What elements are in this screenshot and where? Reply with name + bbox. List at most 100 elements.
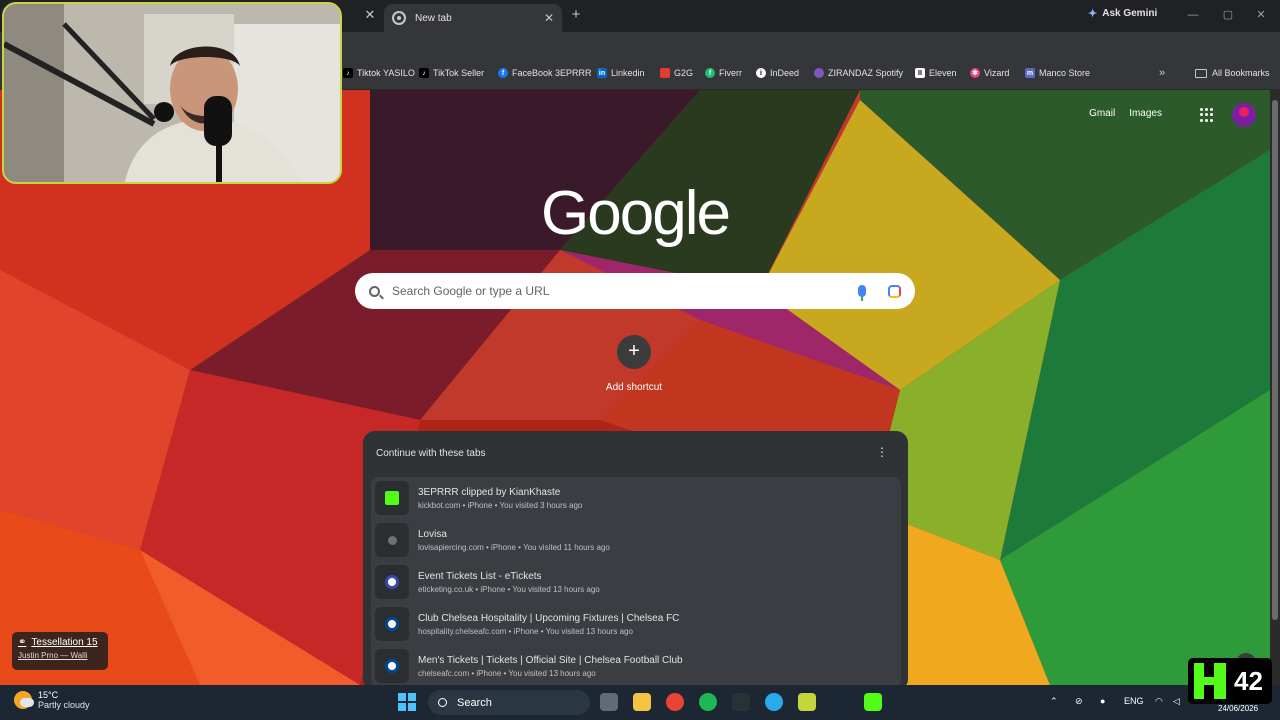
bookmark-indeed[interactable]: i InDeed [756,68,799,78]
g2g-icon [660,68,670,78]
search-icon [438,698,447,707]
recent-tab-title: Club Chelsea Hospitality | Upcoming Fixt… [418,612,680,624]
add-shortcut-button[interactable]: + [617,335,651,369]
taskbar-search[interactable]: Search [428,690,590,715]
now-playing-widget: ⚭ Tessellation 15 Justin Prno — Walli [12,632,108,670]
recent-tab-row[interactable]: 3EPRRR clipped by KianKhaste kickbot.com … [371,477,901,519]
globe-icon [375,523,409,557]
recent-tab-title: 3EPRRR clipped by KianKhaste [418,486,561,498]
google-logo: Google [541,179,731,248]
recent-tab-meta: lovisapiercing.com • iPhone • You visite… [418,542,610,552]
bookmark-vizard[interactable]: ✱ Vizard [970,68,1009,78]
recent-tab-row[interactable]: Event Tickets List - eTickets eticketing.… [371,561,901,603]
chelsea-crest-icon [375,607,409,641]
gemini-spark-icon: ✦ [1088,8,1098,20]
vizard-icon: ✱ [970,68,980,78]
tab-close-icon[interactable]: ✕ [544,11,554,25]
app-icon[interactable] [798,693,816,711]
windows-start-icon[interactable] [398,693,416,711]
all-bookmarks-button[interactable]: All Bookmarks [1195,68,1270,78]
images-link[interactable]: Images [1129,108,1162,119]
now-playing-artist[interactable]: Justin Prno — Walli [18,651,102,660]
steam-icon[interactable] [831,693,849,711]
google-apps-icon[interactable] [1200,108,1214,122]
scrollbar-thumb[interactable] [1272,100,1278,620]
tab-new-tab[interactable]: New tab ✕ [384,4,562,32]
bookmark-fiverr[interactable]: f Fiverr [705,68,742,78]
terminal-icon[interactable] [732,693,750,711]
recent-tab-meta: eticketing.co.uk • iPhone • You visited … [418,584,600,594]
continue-tabs-header: Continue with these tabs [376,448,486,459]
bookmark-g2g[interactable]: G2G [660,68,693,78]
indeed-icon: i [756,68,766,78]
bookmark-zirandaz-spotify[interactable]: ZIRANDAZ Spotify [814,68,903,78]
kick-taskbar-icon[interactable] [864,693,882,711]
windows-taskbar: 15°C Partly cloudy Search ⌃ ⊘ ● ENG ◠ ◁ … [0,685,1280,720]
weather-condition: Partly cloudy [38,700,90,710]
linkedin-icon: in [597,68,607,78]
bookmark-manco-store[interactable]: m Manco Store [1025,68,1090,78]
search-input[interactable] [392,284,858,298]
now-playing-track[interactable]: Tessellation 15 [31,637,97,648]
link-icon: ⚭ [18,637,27,648]
voice-search-icon[interactable] [858,285,866,301]
recent-tab-row[interactable]: Men's Tickets | Tickets | Official Site … [371,645,901,685]
kick-viewer-badge: 42 [1188,658,1272,704]
task-view-icon[interactable] [600,693,618,711]
volume-icon[interactable]: ◁ [1173,696,1180,707]
chelsea-crest-icon [375,649,409,683]
spotify-taskbar-icon[interactable] [699,693,717,711]
top-links: Gmail Images [1089,108,1162,119]
file-explorer-icon[interactable] [633,693,651,711]
facebook-icon: f [498,68,508,78]
taskbar-search-label: Search [457,696,492,709]
chrome-taskbar-icon[interactable] [666,693,684,711]
search-icon [369,285,380,297]
recent-tab-meta: hospitality.chelseafc.com • iPhone • You… [418,626,633,636]
recent-tab-title: Lovisa [418,528,447,540]
weather-widget[interactable]: 15°C Partly cloudy [14,690,90,710]
kick-logo-icon [1194,663,1226,699]
more-options-icon[interactable]: ⋮ [876,445,888,459]
kick-viewer-count: 42 [1234,665,1263,696]
recent-tab-title: Event Tickets List - eTickets [418,570,542,582]
bookmark-tiktok-seller[interactable]: ♪ TikTok Seller [419,68,484,78]
continue-tabs-card: Continue with these tabs ⋮ 3EPRRR clippe… [363,431,908,685]
tray-overflow-icon[interactable]: ⌃ [1050,696,1058,707]
search-box[interactable] [355,273,915,309]
site-favicon [375,565,409,599]
previous-tab-close-icon[interactable]: ✕ [362,7,378,23]
google-lens-icon[interactable] [888,284,901,298]
minimize-icon[interactable]: — [1182,6,1204,24]
chrome-icon [392,11,406,25]
folder-icon [1195,68,1207,78]
webcam-feed [4,4,340,182]
weather-temperature: 15°C [38,690,59,700]
store-icon: m [1025,68,1035,78]
recent-tabs-list: 3EPRRR clipped by KianKhaste kickbot.com … [371,477,901,685]
close-window-icon[interactable]: ✕ [1250,6,1272,24]
fiverr-icon: f [705,68,715,78]
bookmarks-overflow-icon[interactable]: » [1159,67,1165,79]
wifi-icon[interactable]: ◠ [1155,696,1163,707]
bookmark-linkedin[interactable]: in Linkedin [597,68,645,78]
bookmark-tiktok-yasilo[interactable]: ♪ Tiktok YASILO [343,68,415,78]
telegram-icon[interactable] [765,693,783,711]
microphone-icon[interactable]: ● [1100,696,1105,706]
page-scrollbar[interactable] [1270,90,1280,685]
language-indicator[interactable]: ENG [1124,696,1144,706]
partly-cloudy-icon [14,691,34,709]
ask-gemini-label: Ask Gemini [1102,8,1158,19]
elevenlabs-icon: II [915,68,925,78]
account-avatar[interactable] [1232,103,1256,127]
restore-icon[interactable]: ▢ [1217,6,1239,24]
recent-tab-row[interactable]: Club Chelsea Hospitality | Upcoming Fixt… [371,603,901,645]
bookmark-facebook[interactable]: f FaceBook 3EPRRR [498,68,592,78]
taskbar-date[interactable]: 24/06/2026 [1218,704,1258,713]
gmail-link[interactable]: Gmail [1089,108,1115,119]
new-tab-button[interactable]: + [567,6,585,24]
notifications-off-icon[interactable]: ⊘ [1075,696,1083,707]
ask-gemini-button[interactable]: ✦ Ask Gemini [1088,7,1157,20]
bookmark-eleven[interactable]: II Eleven [915,68,957,78]
recent-tab-row[interactable]: Lovisa lovisapiercing.com • iPhone • You … [371,519,901,561]
